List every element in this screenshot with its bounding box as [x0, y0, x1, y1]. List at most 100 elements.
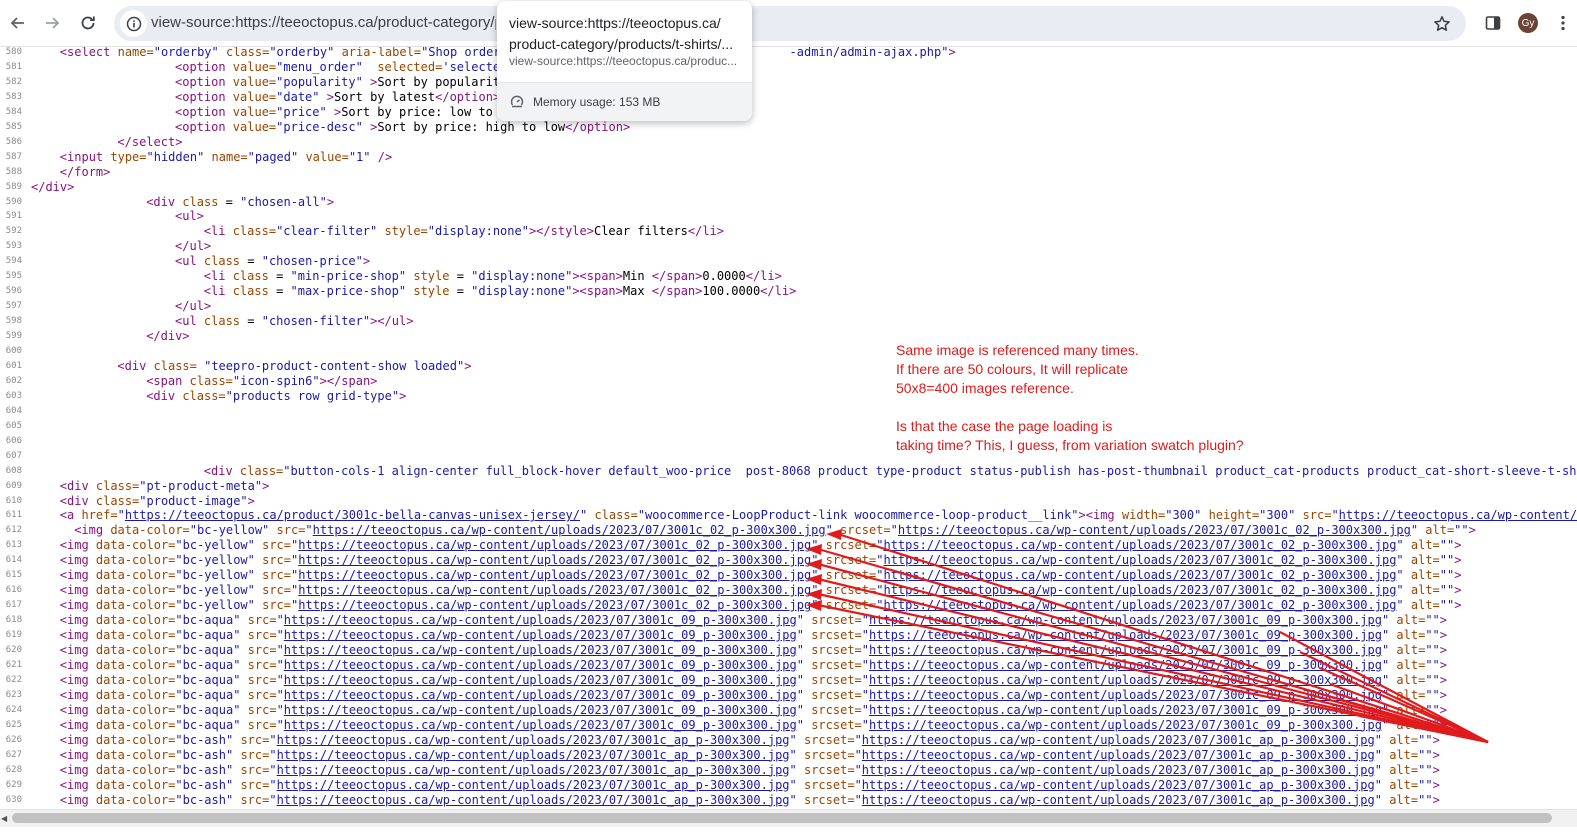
source-token: "display:none" [471, 284, 573, 299]
source-token: " [796, 657, 812, 672]
source-token: src= [247, 643, 277, 657]
source-token: src= [247, 613, 277, 628]
source-link[interactable]: https://teeoctopus.ca/wp-content/uploads… [284, 658, 797, 672]
source-line: 597 </ul> [0, 299, 1577, 314]
source-link[interactable]: https://teeoctopus.ca/wp-content/uploads… [298, 553, 811, 567]
source-link[interactable]: https://teeoctopus.ca/wp-content/uploads… [284, 688, 797, 702]
source-token: " [1410, 523, 1426, 538]
source-link[interactable]: https://teeoctopus.ca/wp-content/uploads… [883, 583, 1396, 597]
source-token: " [789, 762, 804, 777]
address-url[interactable]: view-source:https://teeoctopus.ca/produc… [151, 14, 496, 31]
line-number: 599 [5, 331, 22, 342]
source-code: <input type="hidden" name="paged" value=… [60, 150, 392, 165]
scroll-left-icon[interactable]: ◀ [1, 814, 9, 823]
scrollbar-thumb[interactable] [12, 813, 1552, 823]
source-link[interactable]: https://teeoctopus.ca/wp-content/uploads… [277, 763, 790, 777]
source-token: name= [211, 149, 248, 164]
source-token: "bc-aqua" [175, 613, 248, 628]
address-bar[interactable]: view-source:https://teeoctopus.ca/produc… [114, 6, 1466, 41]
source-token: <div [146, 388, 183, 403]
source-token: > [1454, 598, 1462, 613]
source-token: src= [247, 657, 277, 672]
source-link[interactable]: https://teeoctopus.ca/wp-content/uploads… [298, 568, 811, 582]
source-link[interactable]: https://teeoctopus.ca/wp-content/uploads… [883, 568, 1396, 582]
source-link[interactable]: https://teeoctopus.ca/wp-content/uploads… [883, 538, 1396, 552]
source-token: "" [1454, 523, 1469, 538]
source-link[interactable]: https://teeoctopus.ca/wp-content/uploads… [869, 628, 1382, 642]
forward-button[interactable] [37, 8, 67, 38]
line-number: 615 [5, 570, 22, 581]
reload-button[interactable] [73, 8, 103, 38]
source-link[interactable]: https://teeoctopus.ca/wp-content/uploads… [869, 718, 1382, 732]
source-token: <option [175, 74, 233, 89]
source-link[interactable]: https://teeoctopus.ca/wp-content/uploads… [869, 688, 1382, 702]
source-token: "" [1425, 687, 1440, 702]
source-token: > [1439, 702, 1448, 717]
memory-usage-text: Memory usage: 153 MB [533, 95, 661, 109]
line-number: 621 [5, 659, 22, 670]
source-link[interactable]: https://teeoctopus.ca/wp-content/uploads… [869, 643, 1382, 657]
source-token: "bc-aqua" [175, 628, 248, 643]
source-token: data-color= [95, 687, 176, 702]
horizontal-scrollbar[interactable]: ◀ [0, 809, 1577, 827]
source-token: <li [203, 284, 233, 299]
source-link[interactable]: https://teeoctopus.ca/wp-content/uploads… [869, 658, 1382, 672]
source-code: <ul> [175, 209, 204, 224]
source-link[interactable]: https://teeoctopus.ca/wp-content/uploads… [862, 793, 1375, 807]
source-token: " [861, 628, 870, 643]
bookmark-star-icon[interactable] [1427, 9, 1456, 38]
source-line: 583 <option value="date" >Sort by latest<… [0, 90, 1577, 105]
source-link[interactable]: https://teeoctopus.ca/wp-content/uploads… [284, 673, 797, 687]
source-link[interactable]: https://teeoctopus.ca/wp-content/uploads… [869, 673, 1382, 687]
source-link[interactable]: https://teeoctopus.ca/wp-content/uploads… [298, 583, 811, 597]
source-link[interactable]: https://teeoctopus.ca/wp-content/uploads… [883, 553, 1396, 567]
source-link[interactable]: https://teeoctopus.ca/wp-content/uploads… [277, 733, 790, 747]
source-token: " [269, 762, 277, 777]
source-link[interactable]: https://teeoctopus.ca/wp-content/uploads… [862, 778, 1375, 792]
source-link[interactable]: https://teeoctopus.ca/wp-content/uploads… [298, 538, 811, 552]
source-token: " [854, 777, 862, 792]
source-link[interactable]: https://teeoctopus.ca/wp-content/uploads… [862, 763, 1375, 777]
source-link[interactable]: https://teeoctopus.ca/wp-content/uploads… [883, 598, 1396, 612]
source-token: > [1454, 538, 1462, 553]
source-link[interactable]: https://teeoctopus.ca/wp-content/uploads… [869, 703, 1382, 717]
source-line: 588 </form> [0, 165, 1577, 180]
source-link[interactable]: https://teeoctopus.ca/wp-content/uploads… [284, 613, 797, 627]
profile-avatar[interactable]: Gy [1518, 13, 1538, 33]
source-link[interactable]: https://teeoctopus.ca/wp-content/uploads… [284, 718, 797, 732]
source-link[interactable]: https://teeoctopus.ca/product/3001c-bell… [125, 508, 580, 522]
source-link[interactable]: https://teeoctopus.ca/wp-content/uploads… [277, 793, 790, 807]
source-link[interactable]: https://teeoctopus.ca/wp-content/uploads… [277, 778, 790, 792]
source-token: " [1381, 613, 1397, 628]
source-token: alt= [1389, 747, 1419, 762]
source-link[interactable]: https://teeoctopus.ca/wp-content/uploads… [862, 748, 1375, 762]
source-link[interactable]: https://teeoctopus.ca/wp-content/uploads… [862, 733, 1375, 747]
source-code: <img data-color="bc-ash" src="https://te… [60, 763, 1440, 778]
side-panel-button[interactable] [1478, 8, 1508, 38]
source-token: <img [59, 643, 96, 657]
site-info-icon[interactable] [120, 10, 147, 37]
source-link[interactable]: https://teeoctopus.ca/wp-content/uploads [1339, 508, 1577, 522]
source-token: " [276, 628, 284, 643]
source-token: <img [59, 553, 96, 568]
source-link[interactable]: https://teeoctopus.ca/wp-content/uploads… [284, 703, 797, 717]
source-token: "display:none" [471, 269, 573, 284]
source-token: src= [240, 732, 270, 747]
line-number: 593 [5, 241, 22, 252]
back-button[interactable] [3, 8, 33, 38]
line-number: 609 [5, 480, 22, 491]
source-link[interactable]: https://teeoctopus.ca/wp-content/uploads… [298, 598, 811, 612]
source-link[interactable]: https://teeoctopus.ca/wp-content/uploads… [313, 523, 826, 537]
source-link[interactable]: https://teeoctopus.ca/wp-content/uploads… [284, 628, 797, 642]
source-token: </li> [745, 269, 782, 284]
source-token: " [269, 732, 277, 747]
source-link[interactable]: https://teeoctopus.ca/wp-content/uploads… [277, 748, 790, 762]
source-token: srcset= [811, 613, 862, 628]
source-link[interactable]: https://teeoctopus.ca/wp-content/uploads… [898, 523, 1411, 537]
source-token: src= [262, 538, 292, 553]
line-number: 592 [5, 226, 22, 237]
source-token: srcset= [803, 777, 855, 792]
source-link[interactable]: https://teeoctopus.ca/wp-content/uploads… [284, 643, 797, 657]
source-link[interactable]: https://teeoctopus.ca/wp-content/uploads… [869, 613, 1382, 627]
menu-button[interactable] [1553, 8, 1573, 38]
